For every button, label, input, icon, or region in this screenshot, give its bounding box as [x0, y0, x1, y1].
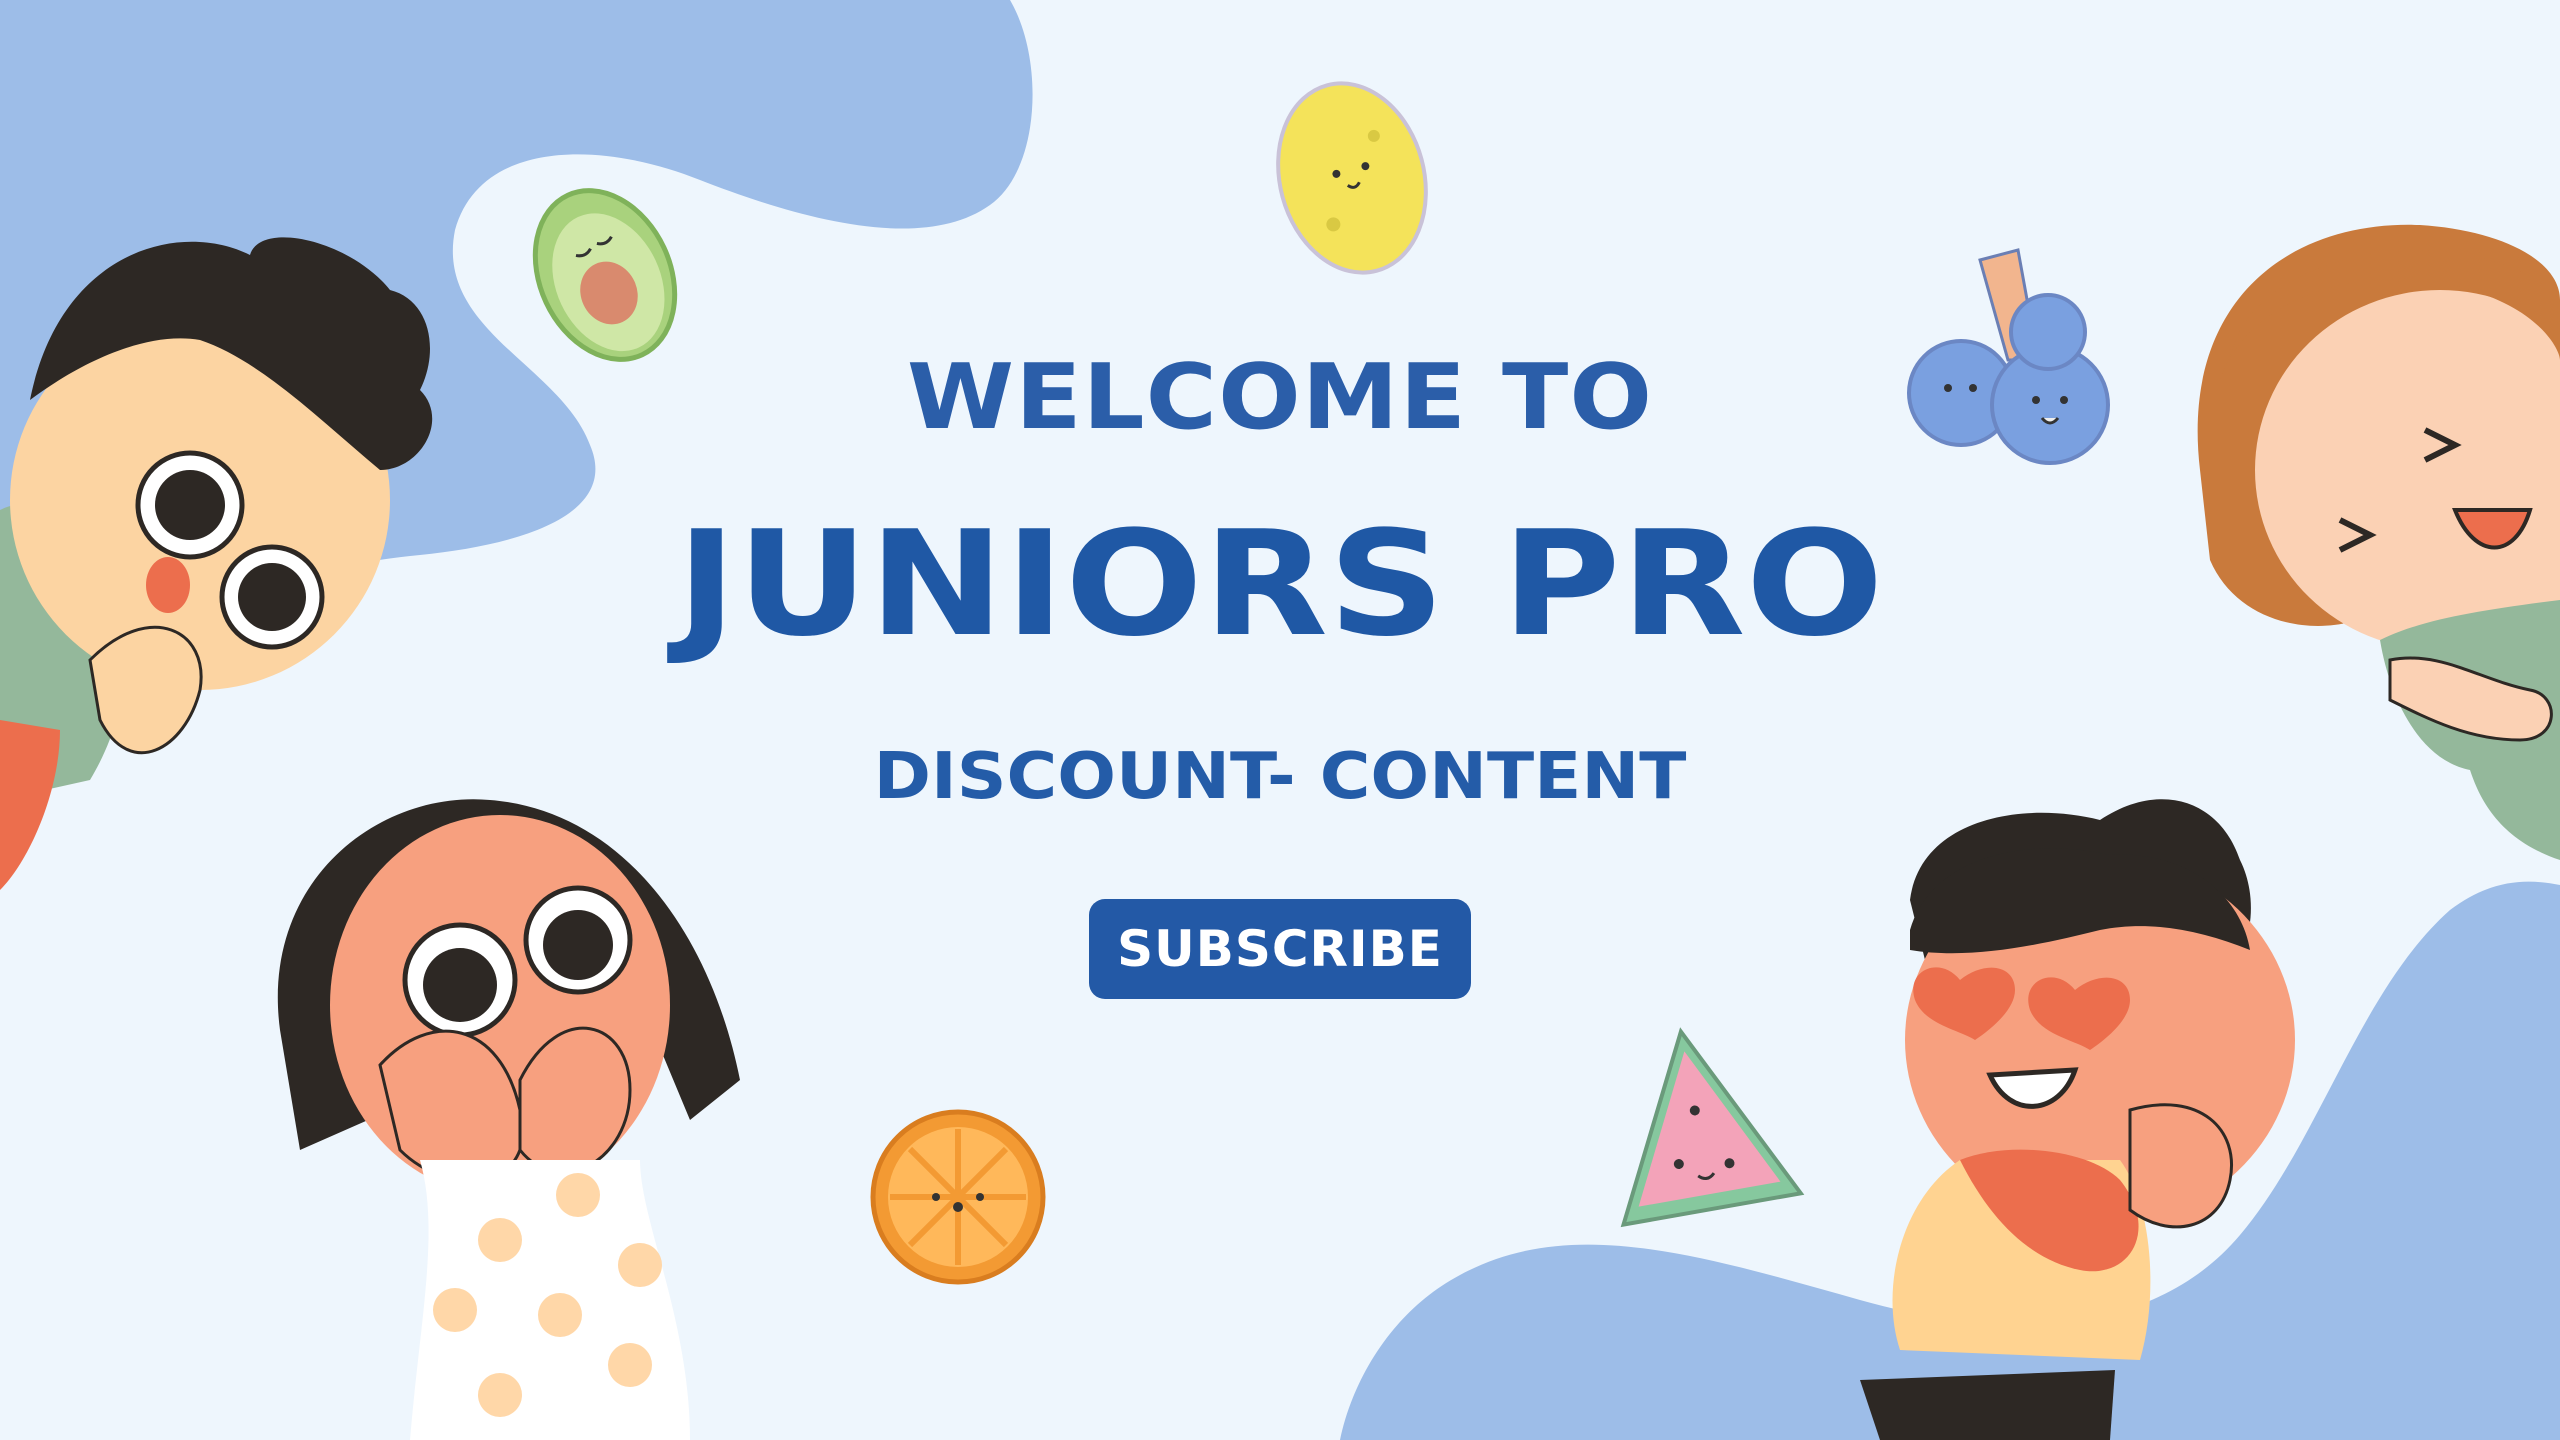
brand-title: JUNIORS PRO [676, 500, 1884, 669]
girl-bottom-left [277, 799, 740, 1440]
background-illustration [0, 0, 2560, 1440]
orange-slice-icon [870, 1109, 1046, 1285]
watermelon-slice-icon [1620, 1027, 1805, 1228]
tagline: DISCOUNT- CONTENT [873, 740, 1687, 814]
lemon-icon [1276, 81, 1428, 275]
subscribe-button[interactable]: SUBSCRIBE [1089, 899, 1471, 999]
welcome-heading: WELCOME TO [906, 345, 1654, 450]
